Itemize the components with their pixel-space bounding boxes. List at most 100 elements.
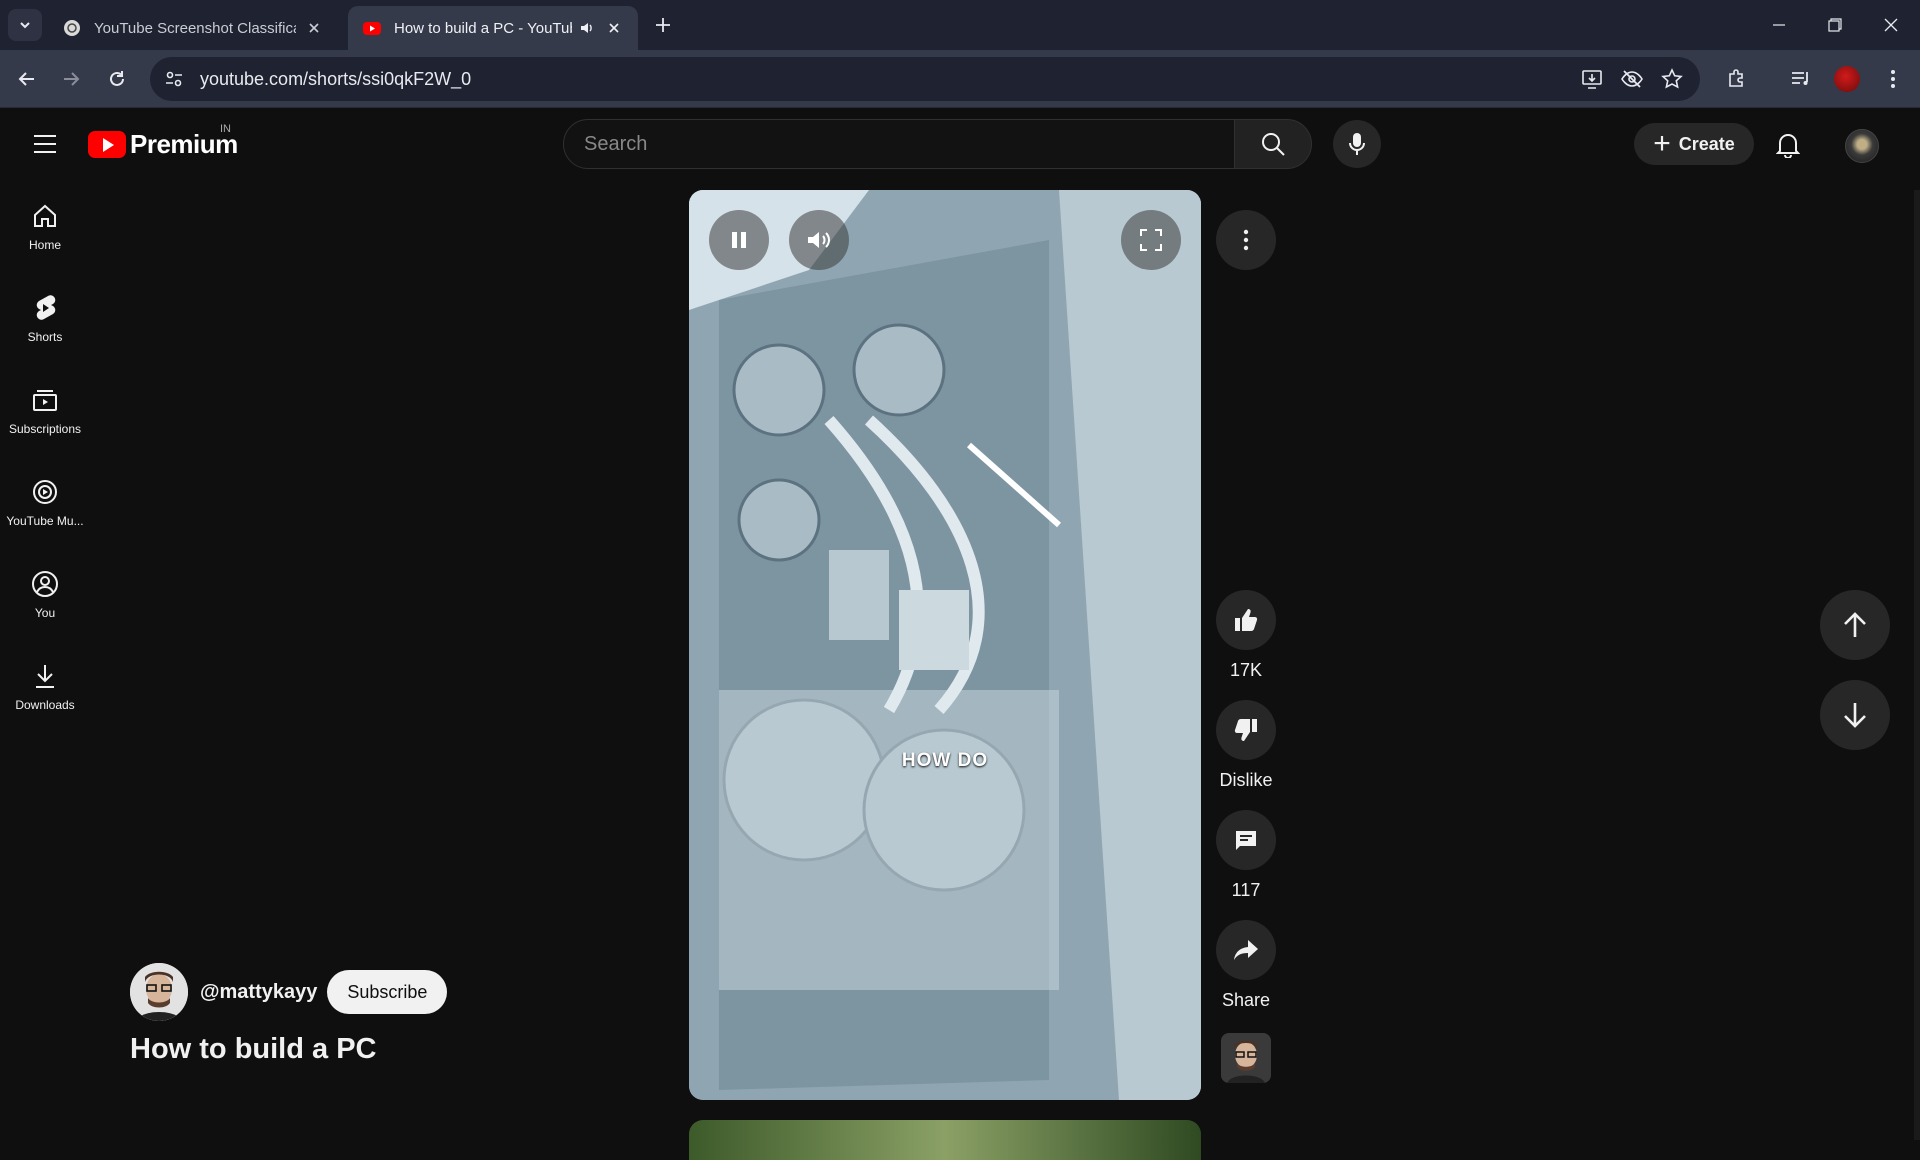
sidebar-item-downloads[interactable]: Downloads	[0, 650, 90, 734]
sidebar-item-label: YouTube Mu...	[6, 514, 84, 528]
tab-search-button[interactable]	[8, 9, 42, 41]
channel-thumbnail[interactable]	[1221, 1033, 1271, 1083]
thumbs-up-icon	[1235, 609, 1258, 631]
browser-profile-avatar[interactable]	[1834, 66, 1860, 92]
comments-button[interactable]	[1216, 810, 1276, 870]
share-action: Share	[1216, 920, 1276, 1011]
pause-button[interactable]	[709, 210, 769, 270]
bookmark-star-icon[interactable]	[1660, 67, 1684, 91]
pause-icon	[732, 232, 746, 248]
dislike-button[interactable]	[1216, 700, 1276, 760]
channel-info: @mattykayy Subscribe	[130, 963, 448, 1021]
search-icon	[1262, 133, 1285, 156]
microphone-icon	[1349, 133, 1365, 155]
dislike-action: Dislike	[1216, 700, 1276, 791]
next-short-button[interactable]	[1820, 680, 1890, 750]
youtube-music-icon	[33, 480, 57, 504]
extensions-icon[interactable]	[1724, 66, 1750, 92]
shorts-video-player[interactable]: HOW DO	[689, 190, 1201, 1100]
youtube-favicon-icon	[363, 22, 381, 35]
comments-action: 117	[1216, 810, 1276, 901]
video-caption: HOW DO	[901, 750, 989, 771]
reload-button[interactable]	[102, 64, 132, 94]
channel-avatar[interactable]	[130, 963, 188, 1021]
forward-button[interactable]	[56, 64, 86, 94]
shorts-icon	[36, 295, 56, 320]
page-scrollbar[interactable]	[1914, 190, 1920, 1140]
search-input[interactable]	[584, 132, 1234, 156]
tab-title: How to build a PC - YouTub	[394, 19, 572, 37]
more-actions-button[interactable]	[1216, 210, 1276, 270]
voice-search-button[interactable]	[1333, 120, 1381, 168]
download-icon	[36, 665, 54, 688]
fullscreen-icon	[1140, 229, 1162, 251]
previous-short-button[interactable]	[1820, 590, 1890, 660]
media-controls-icon[interactable]	[1788, 66, 1814, 92]
video-title[interactable]: How to build a PC	[130, 1033, 377, 1066]
create-button[interactable]: + Create	[1634, 123, 1754, 165]
close-icon	[1884, 18, 1898, 32]
chevron-down-icon	[20, 22, 30, 29]
channel-avatar-image	[1221, 1033, 1271, 1083]
share-button[interactable]	[1216, 920, 1276, 980]
browser-menu-icon[interactable]	[1880, 66, 1906, 92]
volume-button[interactable]	[789, 210, 849, 270]
guide-menu-button[interactable]	[24, 123, 66, 165]
hamburger-menu-icon	[34, 135, 56, 153]
comment-icon	[1236, 831, 1256, 850]
fullscreen-button[interactable]	[1121, 210, 1181, 270]
close-tab-icon[interactable]	[304, 18, 324, 38]
sidebar-item-home[interactable]: Home	[0, 190, 90, 274]
plus-icon	[656, 18, 670, 32]
browser-tabstrip: YouTube Screenshot Classificati How to b…	[0, 0, 1920, 50]
home-icon	[34, 204, 56, 227]
install-app-icon[interactable]	[1580, 67, 1604, 91]
minimize-icon	[1773, 24, 1785, 26]
share-label: Share	[1221, 990, 1271, 1010]
youtube-premium-logo[interactable]: Premium IN	[88, 123, 238, 160]
subscriptions-icon	[33, 390, 57, 411]
subscribe-button[interactable]: Subscribe	[327, 970, 448, 1014]
url-text[interactable]: youtube.com/shorts/ssi0qkF2W_0	[200, 69, 471, 90]
close-tab-icon[interactable]	[604, 18, 624, 38]
video-frame-pc-case	[689, 190, 1201, 1100]
sidebar-item-shorts[interactable]: Shorts	[0, 282, 90, 366]
arrow-up-icon	[1844, 612, 1866, 637]
sidebar-item-you[interactable]: You	[0, 558, 90, 642]
notifications-button[interactable]	[1768, 125, 1808, 165]
channel-handle[interactable]: @mattykayy	[200, 981, 317, 1004]
sidebar-item-label: Subscriptions	[8, 422, 82, 436]
tab-title: YouTube Screenshot Classificati	[94, 19, 296, 37]
account-avatar[interactable]	[1845, 129, 1879, 163]
restore-button[interactable]	[1806, 0, 1864, 50]
like-action: 17K	[1216, 590, 1276, 681]
sidebar-item-label: Home	[28, 238, 61, 252]
eye-off-icon[interactable]	[1620, 67, 1644, 91]
site-info-icon[interactable]	[154, 59, 194, 99]
plus-icon: +	[1653, 127, 1671, 160]
audio-playing-icon[interactable]	[578, 19, 596, 37]
like-button[interactable]	[1216, 590, 1276, 650]
openai-favicon-icon	[64, 20, 80, 36]
youtube-header: Premium IN + Create	[0, 109, 1920, 179]
browser-tab-inactive[interactable]: YouTube Screenshot Classificati	[48, 6, 338, 50]
address-bar[interactable]: youtube.com/shorts/ssi0qkF2W_0	[150, 57, 1700, 101]
minimize-button[interactable]	[1750, 0, 1808, 50]
back-button[interactable]	[12, 64, 42, 94]
next-short-preview[interactable]	[689, 1120, 1201, 1160]
arrow-left-icon	[18, 72, 34, 86]
new-tab-button[interactable]	[650, 12, 676, 38]
reload-icon	[110, 71, 124, 86]
sidebar-item-subscriptions[interactable]: Subscriptions	[0, 374, 90, 458]
browser-tab-active[interactable]: How to build a PC - YouTub	[348, 6, 638, 50]
bell-icon	[1776, 134, 1800, 158]
close-window-button[interactable]	[1862, 0, 1920, 50]
sidebar-item-label: Shorts	[27, 330, 63, 344]
share-icon	[1234, 940, 1258, 960]
sidebar-item-label: Downloads	[15, 698, 75, 712]
create-label: Create	[1678, 133, 1735, 154]
sidebar-item-youtube-music[interactable]: YouTube Mu...	[0, 466, 90, 550]
search-button[interactable]	[1234, 119, 1312, 169]
thumbs-down-icon	[1234, 719, 1257, 741]
youtube-logo-icon	[88, 131, 126, 158]
